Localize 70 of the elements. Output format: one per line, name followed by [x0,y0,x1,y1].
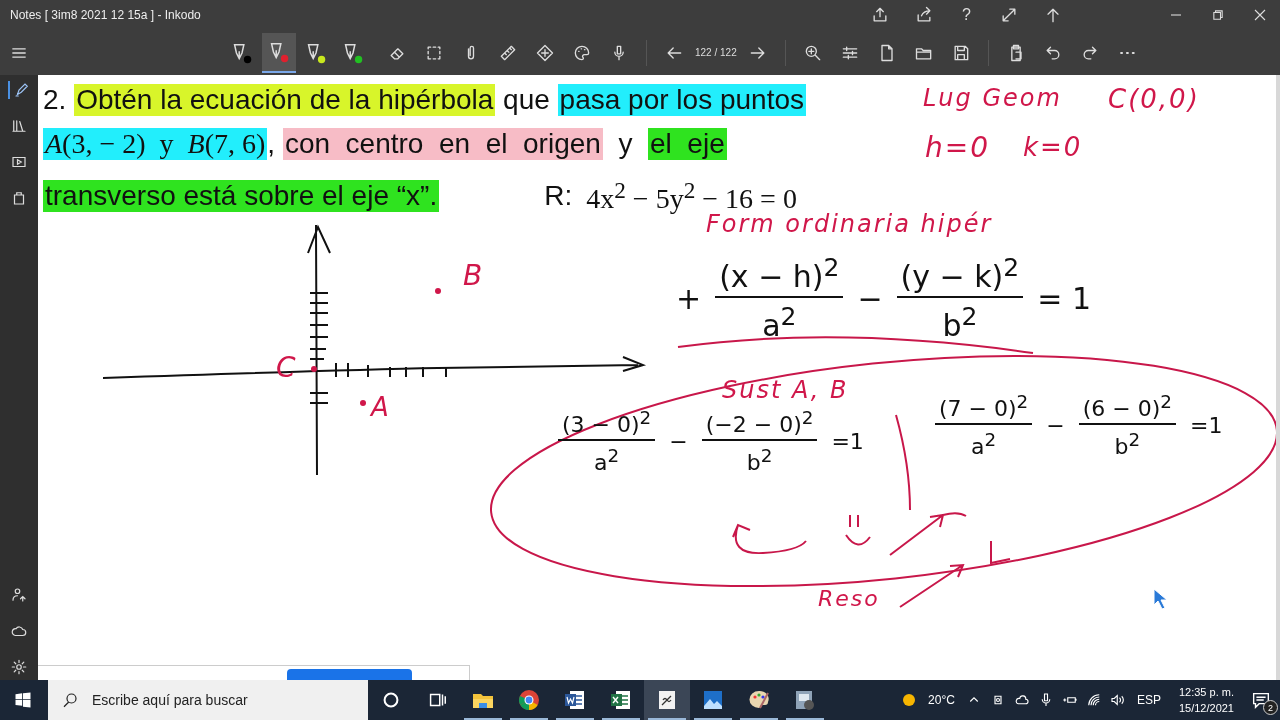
handwritten-note: k=0 [1023,133,1083,162]
handwritten-note: h=0 [925,133,991,164]
highlighted-text: el eje [648,128,727,160]
media-icon [793,688,817,712]
pen-tool-button[interactable] [262,32,296,73]
equation-operator: =1 [831,428,864,454]
taskbar-app-button[interactable] [644,680,690,720]
fraction-denominator: a$^{2}$ [594,444,620,476]
browser-icon [517,688,541,712]
person-share-icon[interactable] [10,586,28,604]
equation-operator: + [676,280,702,316]
equation-operator: − [669,428,688,454]
search-icon [61,691,79,709]
equation-operator: − [857,280,883,316]
fraction-denominator: b$^{2}$ [942,301,978,343]
move-icon[interactable] [535,42,555,63]
fraction-denominator: b$^{2}$ [746,444,773,476]
mouse-pointer-icon [1153,588,1168,610]
point-marker [435,288,441,294]
highlighted-text: con centro en el origen [282,128,603,160]
help-button[interactable]: ? [958,6,975,24]
equation-operator: =1 [1189,412,1223,438]
windows-start-icon[interactable] [13,690,33,710]
ink-mark [990,540,1011,565]
document-icon [563,688,587,712]
settings-icon[interactable] [10,658,28,676]
problem-text: , [267,128,277,160]
clock-time[interactable]: 12:35 p. m. [1178,684,1234,700]
problem-text: que [502,84,551,116]
page-indicator: 122 / 122 [695,47,737,58]
highlighted-text: Obtén la ecuación de la hipérbola [74,84,496,116]
fraction-denominator: b$^{2}$ [1114,428,1141,460]
speaker-icon[interactable] [1108,691,1127,709]
highlighted-text: pasa por los puntos [557,84,806,116]
handwritten-note: C(0,0) [1108,85,1200,114]
pen-icon[interactable] [7,81,31,99]
problem-text: 2. [43,84,68,116]
equation-operator: − [1046,412,1065,438]
window-title: Notes [ 3im8 2021 12 15a ] - Inkodo [9,8,202,22]
notification-badge: 2 [1263,700,1278,715]
fraction-denominator: a$^{2}$ [762,301,797,343]
language-indicator[interactable]: ESP [1136,693,1161,707]
handwritten-note: Reso [818,587,880,612]
handwritten-note: Lug Geom [923,85,1062,112]
point-marker [360,400,366,406]
fraction-denominator: a$^{2}$ [971,428,997,460]
handwritten-note: Sust A, B [722,377,849,404]
spreadsheet-icon [609,688,633,712]
ink-mark [845,514,871,546]
library-icon[interactable] [10,117,28,135]
equation-operator: = 1 [1037,280,1091,316]
fraction-numerator: (−2 − 0)$^{2}$ [701,407,818,442]
fraction-numerator: (6 − 0)$^{2}$ [1078,391,1176,426]
handwritten-note: A [371,393,391,422]
fraction-numerator: (3 − 0)$^{2}$ [558,407,656,442]
fraction-numerator: (7 − 0)$^{2}$ [935,391,1033,426]
scrollbar[interactable] [1276,75,1280,680]
temperature-text[interactable]: 20°C [928,693,955,707]
highlighted-text: transverso está sobre el eje “x”. [43,180,440,212]
problem-text: y [617,128,634,160]
fraction-numerator: (y − k)$^{2}$ [896,253,1024,298]
picture-icon [701,688,725,712]
fraction-numerator: (x − h)$^{2}$ [715,253,844,298]
clock-date[interactable]: 15/12/2021 [1178,700,1234,716]
ink-arrow [899,563,965,608]
handwritten-note: B [463,261,485,292]
taskbar-search-field[interactable]: Escribe aquí para buscar [48,680,368,720]
answer-label: R: [544,180,573,212]
point-marker [311,366,317,372]
highlighted-text: A(3, − 2) y B(7, 6) [43,128,268,160]
